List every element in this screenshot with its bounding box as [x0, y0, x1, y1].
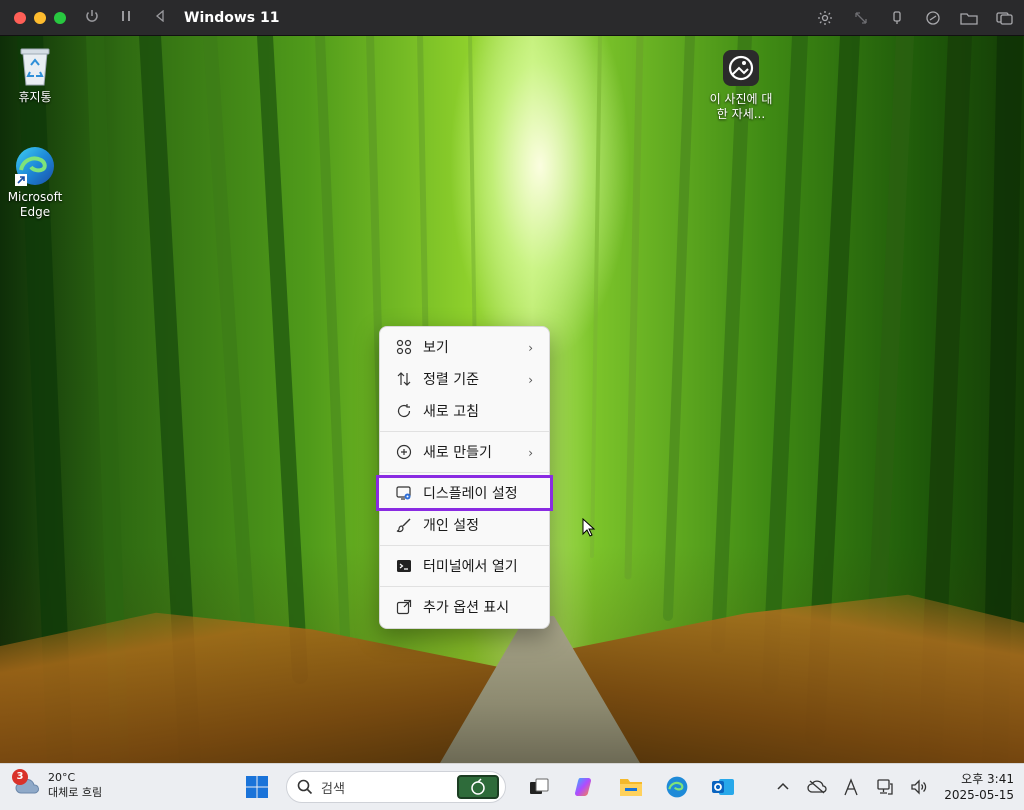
chevron-right-icon: › — [528, 373, 533, 387]
search-placeholder: 검색 — [321, 781, 345, 797]
power-icon[interactable] — [84, 9, 100, 27]
task-view-icon[interactable] — [522, 770, 556, 804]
menu-item-open-in-terminal[interactable]: 터미널에서 열기 — [380, 550, 549, 582]
search-highlight-icon — [457, 775, 499, 799]
menu-separator — [380, 472, 549, 473]
taskbar: 3 20°C 대체로 흐림 검색 오후 3:41 2025-05-15 — [0, 763, 1024, 810]
weather-temperature: 20°C — [48, 771, 76, 784]
menu-item-label: 새로 고침 — [423, 404, 479, 420]
weather-condition: 대체로 흐림 — [48, 786, 103, 799]
menu-item-label: 추가 옵션 표시 — [423, 600, 510, 616]
menu-item-label: 터미널에서 열기 — [423, 559, 518, 575]
menu-item-show-more-options[interactable]: 추가 옵션 표시 — [380, 591, 549, 623]
pause-icon[interactable] — [118, 10, 134, 26]
chevron-right-icon: › — [528, 446, 533, 460]
brush-icon — [396, 517, 412, 533]
menu-separator — [380, 545, 549, 546]
menu-item-refresh[interactable]: 새로 고침 — [380, 395, 549, 427]
menu-item-new[interactable]: 새로 만들기 › — [380, 436, 549, 468]
close-button[interactable] — [14, 11, 26, 24]
shared-folder-icon[interactable] — [960, 9, 978, 27]
cloud-icon: 3 — [12, 769, 42, 797]
display-settings-icon — [396, 485, 412, 501]
desktop-icon-label: 휴지통 — [18, 90, 52, 104]
menu-item-personalize[interactable]: 개인 설정 — [380, 509, 549, 541]
system-tray: 오후 3:41 2025-05-15 — [760, 770, 1014, 804]
sort-icon — [396, 371, 412, 387]
clock[interactable]: 오후 3:41 2025-05-15 — [944, 771, 1014, 803]
desktop-icon-label: 이 사진에 대한 자세... — [709, 92, 773, 121]
chevron-right-icon: › — [528, 341, 533, 355]
menu-item-label: 개인 설정 — [423, 518, 479, 534]
search-icon — [297, 779, 313, 795]
title-bar-tools — [816, 9, 1014, 27]
edge-icon[interactable] — [660, 770, 694, 804]
new-plus-icon — [396, 444, 412, 460]
learn-about-picture-icon — [719, 46, 763, 90]
menu-item-label: 디스플레이 설정 — [423, 486, 518, 502]
terminal-icon — [396, 558, 412, 574]
minimize-button[interactable] — [34, 11, 46, 24]
brightness-icon[interactable] — [816, 9, 834, 27]
chevron-up-icon[interactable] — [772, 776, 794, 798]
onedrive-icon[interactable] — [806, 776, 828, 798]
menu-item-label: 새로 만들기 — [423, 445, 492, 461]
sound-icon[interactable] — [924, 9, 942, 27]
copilot-icon[interactable] — [568, 770, 602, 804]
recycle-bin-icon — [13, 44, 57, 88]
more-options-icon — [396, 599, 412, 615]
desktop-icon-recycle-bin[interactable]: 휴지통 — [0, 44, 70, 105]
window-controls — [14, 11, 66, 24]
desktop-icon-learn-about-picture[interactable]: 이 사진에 대한 자세... — [706, 46, 776, 122]
vm-title: Windows 11 — [184, 9, 280, 26]
windows-start-icon[interactable] — [240, 770, 274, 804]
volume-icon[interactable] — [908, 776, 930, 798]
menu-separator — [380, 431, 549, 432]
outlook-icon[interactable] — [706, 770, 740, 804]
menu-item-sort-by[interactable]: 정렬 기준 › — [380, 363, 549, 395]
view-grid-icon — [396, 339, 412, 355]
menu-item-view[interactable]: 보기 › — [380, 331, 549, 363]
clock-time: 오후 3:41 — [961, 772, 1014, 786]
taskbar-center: 검색 — [240, 770, 752, 804]
network-icon[interactable] — [874, 776, 896, 798]
vm-title-bar: Windows 11 — [0, 0, 1024, 36]
desktop-icon-label: Microsoft Edge — [7, 190, 63, 219]
menu-separator — [380, 586, 549, 587]
windows-switch-icon[interactable] — [996, 9, 1014, 27]
refresh-icon — [396, 403, 412, 419]
mouse-cursor-icon — [582, 518, 596, 537]
clock-date: 2025-05-15 — [944, 788, 1014, 802]
menu-item-label: 보기 — [423, 340, 449, 356]
notification-badge: 3 — [12, 769, 28, 785]
ime-icon[interactable] — [840, 776, 862, 798]
resize-icon[interactable] — [852, 9, 870, 27]
search-box[interactable]: 검색 — [286, 771, 506, 803]
weather-widget[interactable]: 3 20°C 대체로 흐림 — [12, 769, 103, 800]
zoom-button[interactable] — [54, 11, 66, 24]
back-icon[interactable] — [152, 9, 168, 26]
usb-icon[interactable] — [888, 9, 906, 27]
edge-icon — [13, 144, 57, 188]
desktop-context-menu: 보기 › 정렬 기준 › 새로 고침 새로 만들기 › 디스플레이 설정 개인 … — [376, 326, 553, 629]
menu-item-display-settings[interactable]: 디스플레이 설정 — [376, 475, 553, 511]
desktop-icon-edge[interactable]: Microsoft Edge — [0, 144, 70, 220]
menu-item-label: 정렬 기준 — [423, 372, 479, 388]
file-explorer-icon[interactable] — [614, 770, 648, 804]
